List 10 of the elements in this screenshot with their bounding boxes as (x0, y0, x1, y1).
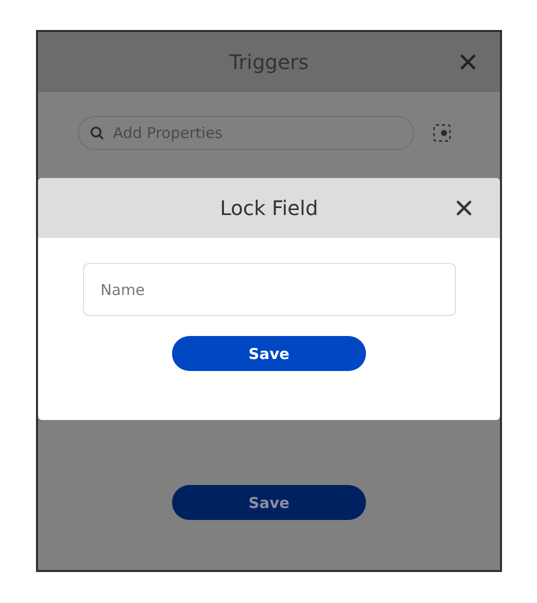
close-icon (460, 54, 476, 70)
dialog-title: Lock Field (220, 196, 318, 220)
close-button[interactable] (454, 198, 474, 218)
search-icon (90, 126, 104, 140)
name-field[interactable]: Name (82, 263, 456, 316)
dashed-square-icon[interactable] (432, 123, 452, 143)
save-button[interactable]: Save (172, 336, 366, 371)
save-button[interactable]: Save (172, 485, 366, 520)
panel-title: Triggers (229, 50, 309, 74)
close-icon (456, 200, 472, 216)
